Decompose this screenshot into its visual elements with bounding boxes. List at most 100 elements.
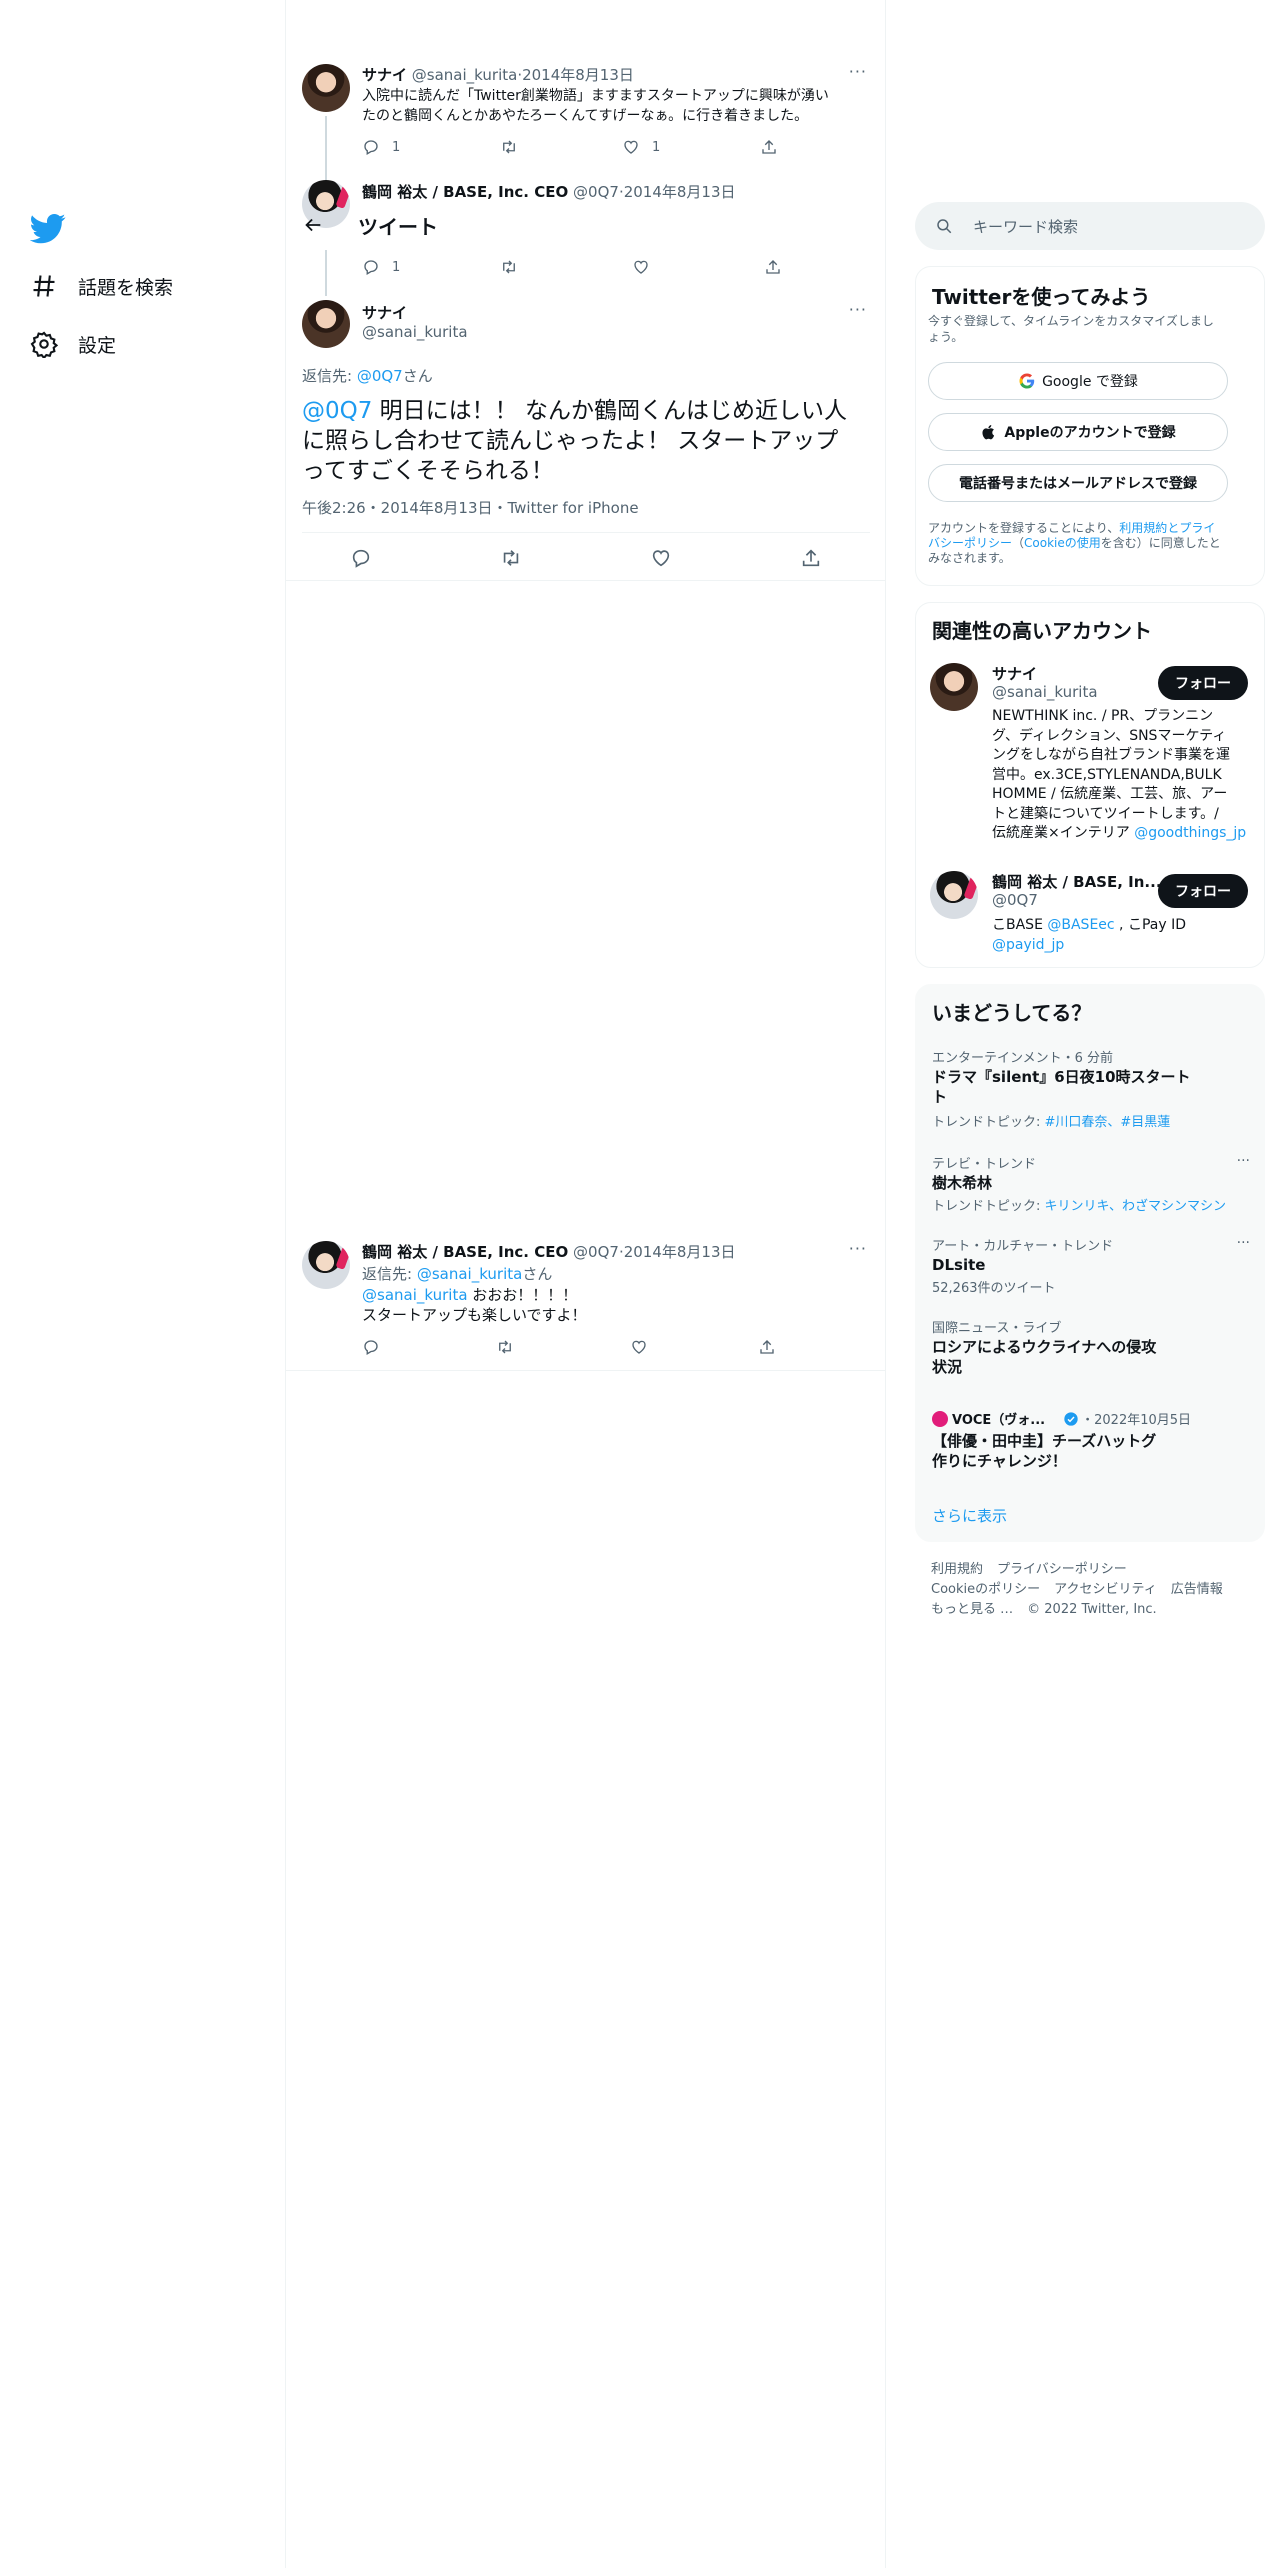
- tweet-header: 鶴岡 裕太 / BASE, Inc. CEO @0Q7·2014年8月13日: [362, 1243, 736, 1261]
- share-icon: [762, 140, 776, 154]
- footer-row-2: Cookieのポリシー アクセシビリティ 広告情報: [931, 1578, 1237, 1597]
- reply-to-link[interactable]: @0Q7: [357, 367, 403, 385]
- nav-explore-label: 話題を検索: [78, 276, 174, 299]
- reply-button[interactable]: 1: [362, 138, 500, 156]
- like-button[interactable]: 1: [622, 138, 760, 156]
- more-options-icon[interactable]: ···: [849, 300, 867, 319]
- like-button[interactable]: [630, 1338, 758, 1356]
- reply-icon: [364, 1340, 378, 1355]
- trend-topic-link[interactable]: #川口春奈、#目黒蓮: [1045, 1115, 1171, 1130]
- nav-settings[interactable]: 設定: [30, 324, 116, 364]
- share-icon: [766, 260, 780, 274]
- retweet-button[interactable]: [500, 258, 632, 276]
- thread-connector: [325, 116, 327, 182]
- more-options-icon[interactable]: ···: [1237, 1153, 1250, 1169]
- avatar[interactable]: [930, 871, 978, 919]
- more-options-icon[interactable]: ···: [849, 62, 867, 81]
- account-handle[interactable]: @0Q7: [992, 891, 1038, 909]
- footer-link[interactable]: プライバシーポリシー: [997, 1562, 1127, 1577]
- bio-link[interactable]: @goodthings_jp: [1134, 825, 1246, 841]
- bio-link[interactable]: @BASEec: [1047, 917, 1114, 933]
- back-arrow-icon[interactable]: [302, 214, 324, 236]
- signup-title: Twitterを使ってみよう: [932, 285, 1151, 309]
- footer-more-link[interactable]: もっと見る …: [931, 1602, 1013, 1617]
- phone-email-signup-button[interactable]: 電話番号またはメールアドレスで登録: [928, 464, 1228, 502]
- signup-card: Twitterを使ってみよう 今すぐ登録して、タイムラインをカスタマイズしましょ…: [915, 266, 1265, 586]
- more-options-icon[interactable]: ···: [849, 1239, 867, 1258]
- account-bio: こBASE @BASEec , こPay ID @payid_jp: [992, 917, 1186, 953]
- mention-link[interactable]: @sanai_kurita: [362, 1286, 468, 1304]
- avatar[interactable]: [302, 1241, 350, 1289]
- heart-icon: [634, 260, 648, 274]
- trend-topic-link[interactable]: キリンリキ、わざマシンマシン: [1045, 1199, 1226, 1214]
- heart-icon[interactable]: [650, 547, 672, 569]
- author-name[interactable]: サナイ: [362, 302, 407, 323]
- footer-link[interactable]: Cookieのポリシー: [931, 1582, 1040, 1597]
- share-button[interactable]: [758, 1338, 788, 1356]
- nav-explore[interactable]: 話題を検索: [30, 266, 173, 306]
- account-handle[interactable]: @sanai_kurita: [992, 683, 1098, 701]
- hashtag-icon: [33, 275, 55, 297]
- like-button[interactable]: [632, 258, 764, 276]
- reply-icon[interactable]: [350, 547, 372, 569]
- privacy-link[interactable]: プライ: [1179, 521, 1215, 535]
- account-name[interactable]: 鶴岡 裕太 / BASE, In...: [992, 871, 1162, 892]
- retweet-icon[interactable]: [500, 547, 522, 569]
- retweet-button[interactable]: [500, 138, 622, 156]
- follow-button[interactable]: フォロー: [1158, 874, 1248, 908]
- tweet-text: @0Q7 明日には！！ なんか鶴岡くんはじめ近しい人 に照らし合わせて読んじゃっ…: [302, 398, 847, 484]
- tweet-date[interactable]: 2014年8月13日: [522, 66, 634, 84]
- author-handle[interactable]: @0Q7: [573, 1243, 619, 1261]
- tweet-text: 入院中に読んだ「Twitter創業物語」ますますスタートアップに興味が湧い たの…: [362, 88, 829, 124]
- twitter-logo-icon[interactable]: [30, 210, 66, 246]
- gear-icon: [30, 331, 58, 358]
- retweet-icon: [503, 260, 515, 274]
- footer-link[interactable]: アクセシビリティ: [1054, 1582, 1157, 1597]
- reply-button[interactable]: [362, 1338, 496, 1356]
- google-icon: [1019, 373, 1035, 389]
- thread-connector: [325, 250, 327, 296]
- retweet-button[interactable]: [496, 1338, 630, 1356]
- bio-link[interactable]: @payid_jp: [992, 937, 1064, 953]
- footer-link[interactable]: 広告情報: [1171, 1582, 1223, 1597]
- author-name[interactable]: サナイ: [362, 66, 407, 84]
- share-icon[interactable]: [800, 547, 822, 569]
- terms-link[interactable]: 利用規約: [1119, 521, 1167, 535]
- trends-title: いまどうしてる？: [932, 1001, 1092, 1025]
- account-name[interactable]: サナイ: [992, 663, 1037, 684]
- reply-button[interactable]: 1: [362, 258, 500, 276]
- reply-to: 返信先: @sanai_kuritaさん: [362, 1265, 553, 1283]
- avatar[interactable]: [302, 300, 350, 348]
- author-handle[interactable]: @sanai_kurita: [362, 323, 468, 341]
- nav-settings-label: 設定: [78, 334, 117, 357]
- tweet-actions: 1 1: [362, 138, 790, 156]
- apple-signup-button[interactable]: Appleのアカウントで登録: [928, 413, 1228, 451]
- footer-link[interactable]: 利用規約: [931, 1562, 983, 1577]
- footer-row-3: もっと見る … © 2022 Twitter, Inc.: [931, 1598, 1171, 1617]
- search-box[interactable]: キーワード検索: [915, 202, 1265, 250]
- avatar[interactable]: [930, 663, 978, 711]
- cookie-link[interactable]: Cookieの使用: [1024, 536, 1101, 550]
- more-options-icon[interactable]: ···: [1237, 1235, 1250, 1251]
- retweet-icon: [499, 1340, 511, 1354]
- reply-icon: [364, 260, 378, 275]
- author-handle[interactable]: @sanai_kurita: [412, 66, 518, 84]
- verified-badge-icon: [1064, 1411, 1078, 1426]
- reply-to-link[interactable]: @sanai_kurita: [417, 1265, 523, 1283]
- share-button[interactable]: [760, 138, 790, 156]
- show-more-link[interactable]: さらに表示: [932, 1505, 1007, 1526]
- search-input[interactable]: キーワード検索: [973, 216, 1078, 237]
- google-signup-label: Google で登録: [1042, 374, 1138, 390]
- page-header: ツイート: [286, 196, 886, 254]
- left-nav: 話題を検索 設定: [0, 0, 286, 2568]
- tweet-date[interactable]: 2014年8月13日: [624, 1243, 736, 1261]
- avatar[interactable]: [302, 64, 350, 112]
- signup-subtitle: 今すぐ登録して、タイムラインをカスタマイズしまし ょう。: [928, 314, 1214, 344]
- tweet-meta[interactable]: 午後2:26・2014年8月13日・Twitter for iPhone: [302, 497, 639, 518]
- google-signup-button[interactable]: Google で登録: [928, 362, 1228, 400]
- follow-button[interactable]: フォロー: [1158, 666, 1248, 700]
- share-button[interactable]: [764, 258, 794, 276]
- author-name[interactable]: 鶴岡 裕太 / BASE, Inc. CEO: [362, 1243, 568, 1261]
- mention-link[interactable]: @0Q7: [302, 398, 372, 424]
- copyright: © 2022 Twitter, Inc.: [1027, 1602, 1157, 1617]
